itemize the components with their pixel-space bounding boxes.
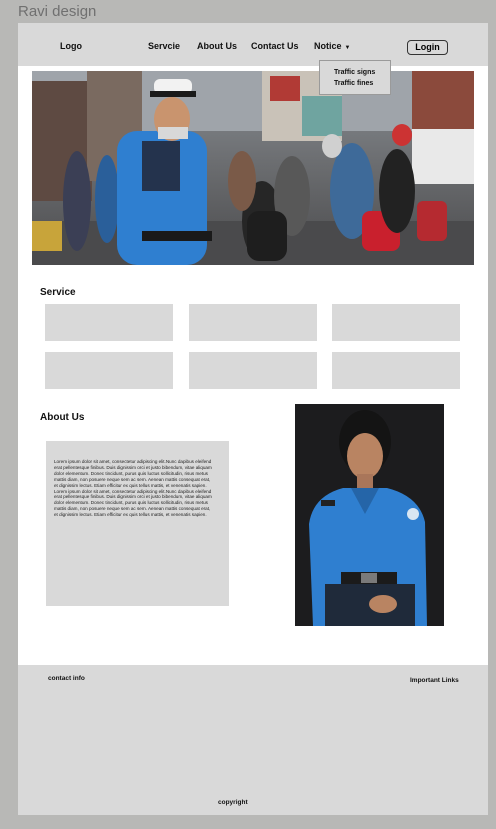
dropdown-item-traffic-fines[interactable]: Traffic fines (334, 80, 373, 87)
copyright-text: copyright (218, 799, 248, 806)
page-frame: Logo Servcie About Us Contact Us Notice ▼… (18, 23, 488, 815)
portrait-photo (295, 404, 444, 626)
nav-item-contact[interactable]: Contact Us (251, 41, 299, 51)
dropdown-item-traffic-signs[interactable]: Traffic signs (334, 69, 375, 76)
nav-item-notice[interactable]: Notice ▼ (314, 41, 350, 51)
login-button[interactable]: Login (407, 40, 448, 55)
logo[interactable]: Logo (60, 41, 82, 51)
nav-item-service[interactable]: Servcie (148, 41, 180, 51)
hero-image (32, 71, 474, 265)
about-paragraph: Lorem ipsum dolor sit amet, consectetur … (54, 459, 212, 518)
officer-portrait-image (295, 404, 444, 626)
service-card[interactable] (45, 352, 173, 389)
nav-item-about[interactable]: About Us (197, 41, 237, 51)
notice-dropdown: Traffic signs Traffic fines (319, 60, 391, 95)
contact-info-link[interactable]: contact info (48, 675, 85, 682)
footer: contact info Important Links copyright (18, 665, 488, 815)
important-links-link[interactable]: Important Links (410, 677, 459, 684)
about-text-box: Lorem ipsum dolor sit amet, consectetur … (46, 441, 229, 606)
service-card[interactable] (189, 304, 317, 341)
chevron-down-icon: ▼ (344, 45, 351, 51)
service-card[interactable] (45, 304, 173, 341)
service-card[interactable] (332, 352, 460, 389)
nav-item-notice-label: Notice (314, 41, 342, 51)
service-card[interactable] (332, 304, 460, 341)
service-card[interactable] (189, 352, 317, 389)
service-heading: Service (40, 287, 76, 298)
app-title: Ravi design (18, 3, 97, 20)
about-heading: About Us (40, 412, 85, 423)
navbar: Logo Servcie About Us Contact Us Notice ▼… (18, 23, 488, 66)
hero-photo (32, 71, 474, 265)
